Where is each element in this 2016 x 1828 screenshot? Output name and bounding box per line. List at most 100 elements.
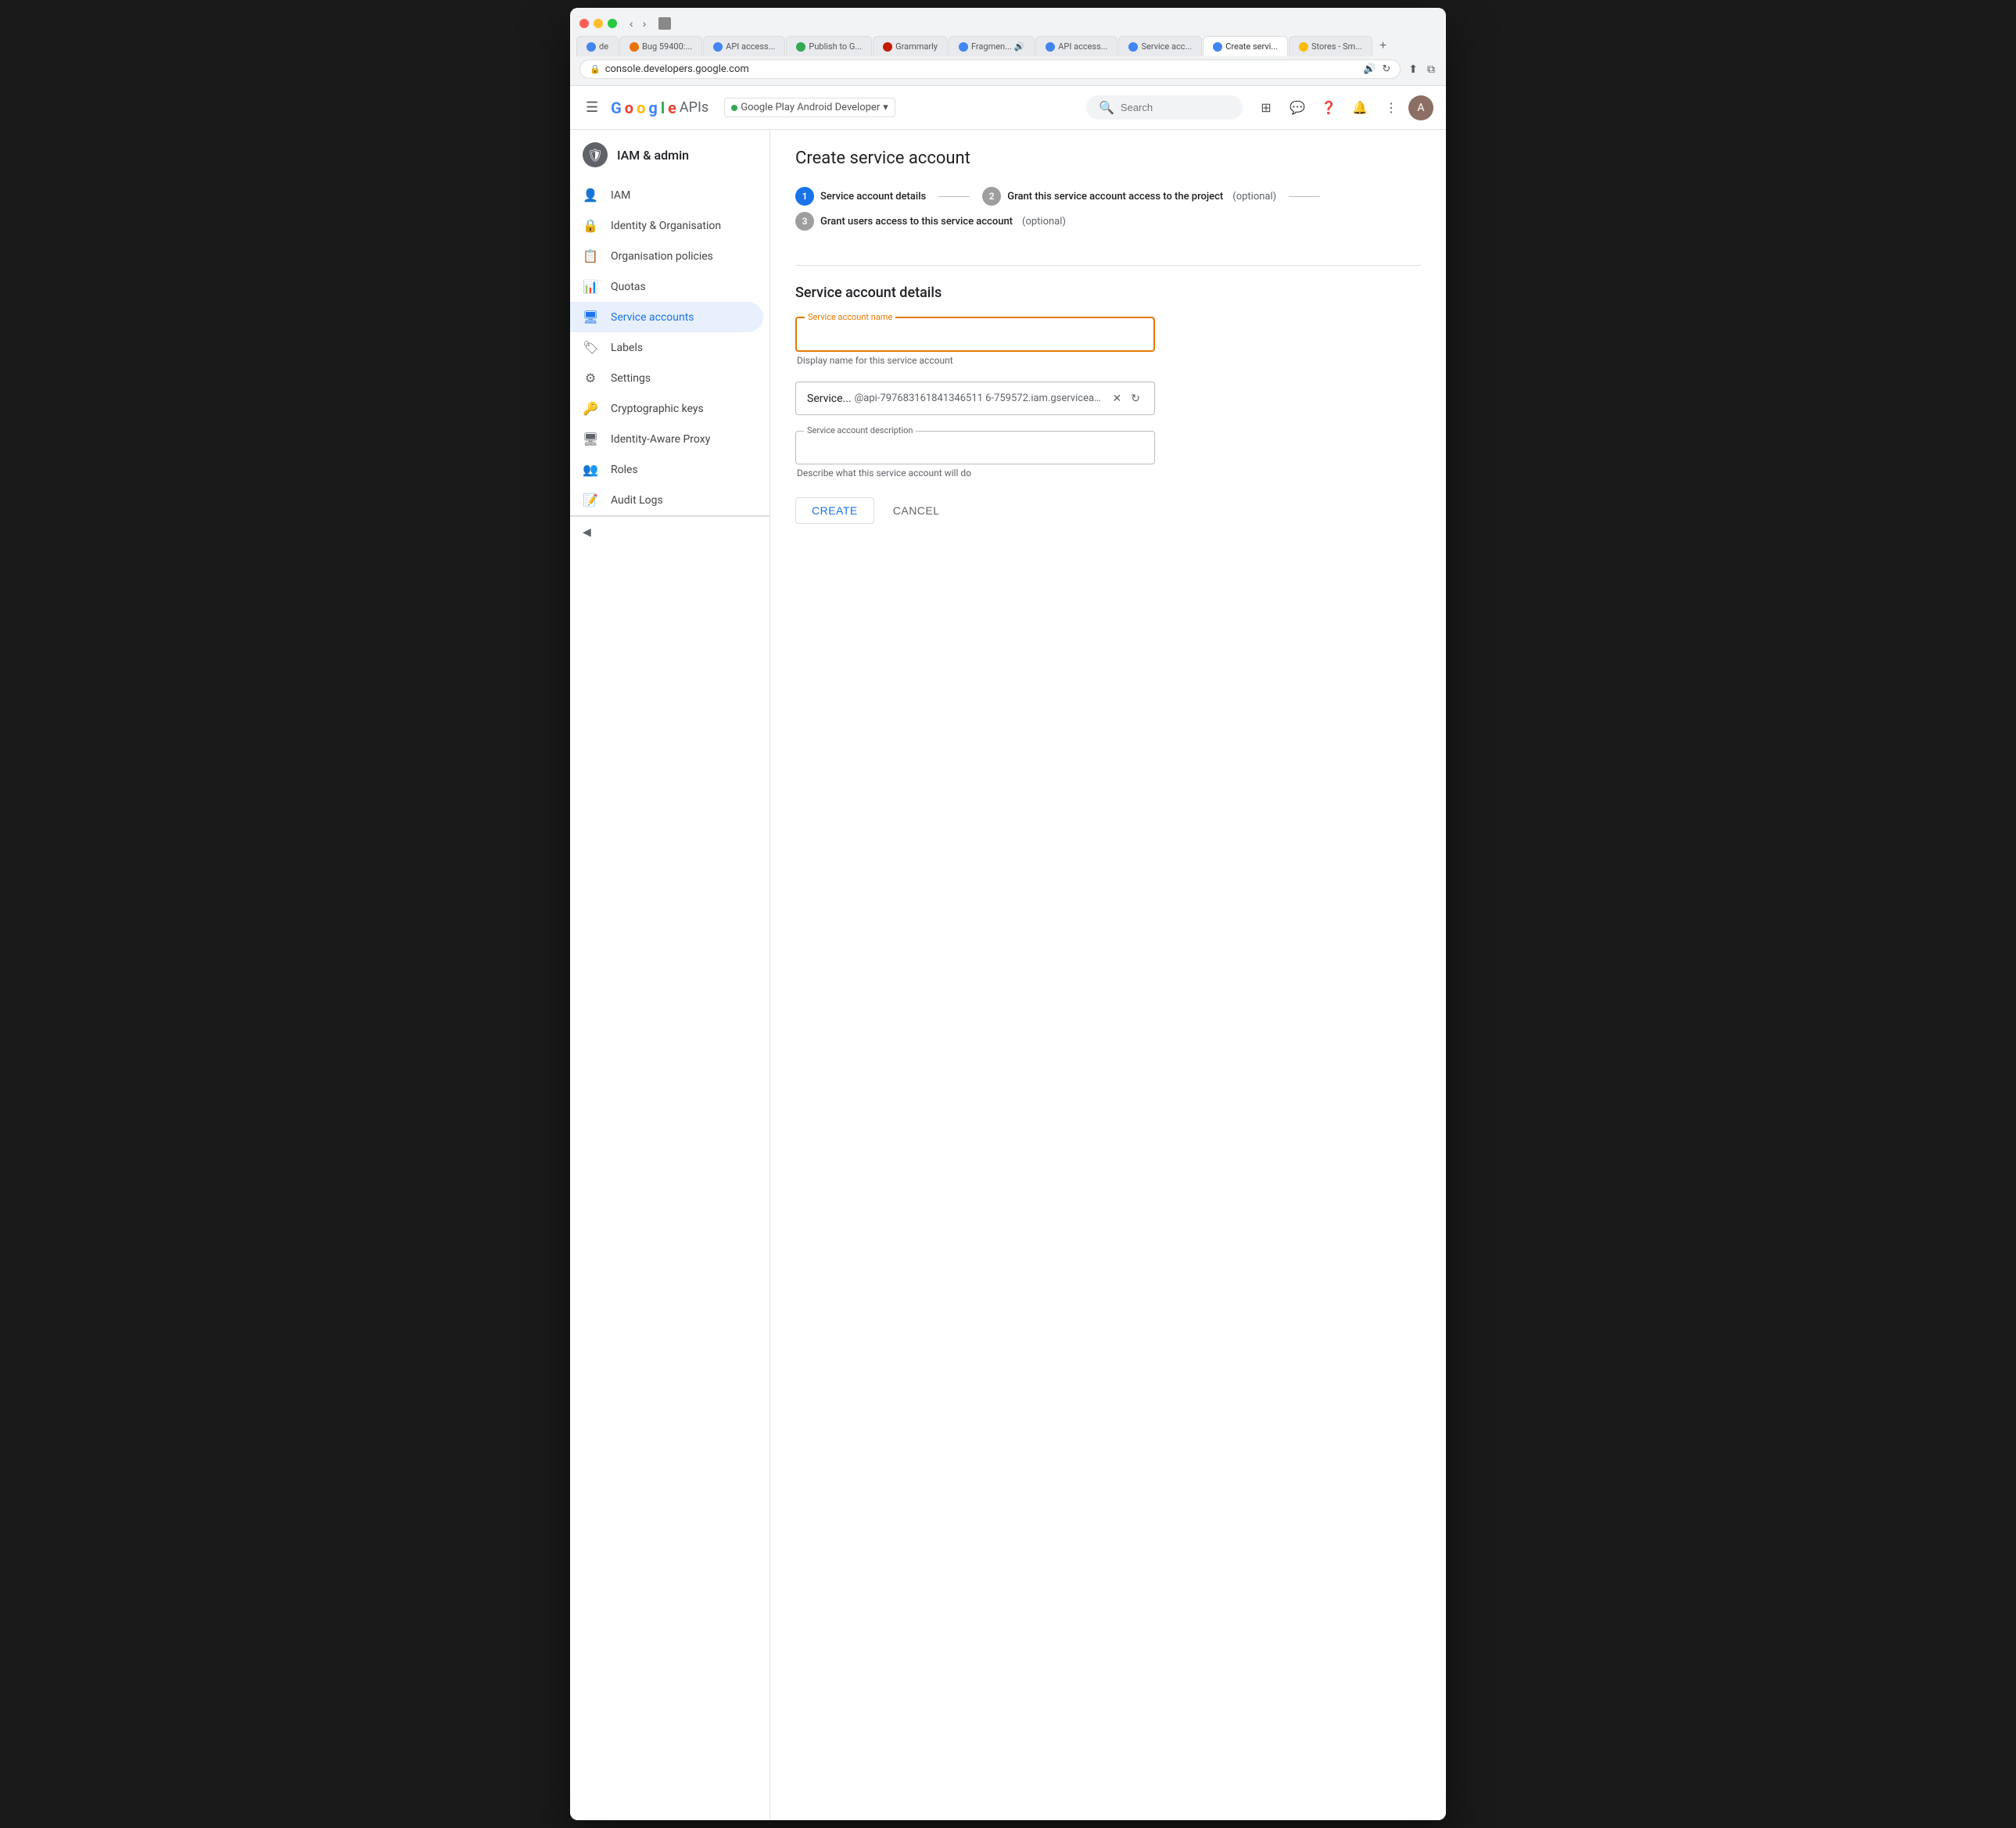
name-input[interactable] bbox=[808, 328, 1143, 343]
tab-publish[interactable]: Publish to G... bbox=[786, 36, 872, 56]
forward-button[interactable]: › bbox=[640, 16, 650, 31]
chat-button[interactable]: 💬 bbox=[1283, 94, 1311, 122]
sidebar-label-service-accounts: Service accounts bbox=[611, 311, 694, 324]
sidebar-label-labels: Labels bbox=[611, 342, 643, 354]
tab-bar-icon bbox=[658, 17, 671, 30]
sidebar: 🛡 IAM & admin 👤 IAM 🔒 Identity & Organis… bbox=[570, 130, 770, 1820]
identity-icon: 🔒 bbox=[583, 218, 598, 233]
sidebar-item-iap[interactable]: 🖥 Identity-Aware Proxy bbox=[570, 424, 763, 454]
tab-service-acc[interactable]: Service acc... bbox=[1118, 36, 1202, 56]
step-3-number: 3 bbox=[802, 216, 808, 227]
sidebar-item-org-policies[interactable]: 📋 Organisation policies bbox=[570, 241, 763, 271]
avatar[interactable]: A bbox=[1408, 95, 1433, 120]
collapse-icon: ◀ bbox=[583, 526, 591, 539]
sidebar-toggle-button[interactable]: ⧉ bbox=[1426, 61, 1437, 77]
google-logo-l: l bbox=[661, 99, 665, 117]
browser-window: ‹ › de Bug 59400:... API access... Publi… bbox=[570, 8, 1446, 1820]
tab-api2[interactable]: API access... bbox=[1035, 36, 1117, 56]
tab-favicon bbox=[713, 42, 723, 52]
sidebar-item-service-accounts[interactable]: 🖥 Service accounts bbox=[570, 302, 763, 332]
step-2-number: 2 bbox=[989, 191, 995, 202]
button-row: CREATE CANCEL bbox=[795, 497, 1421, 524]
step-3: 3 Grant users access to this service acc… bbox=[795, 212, 1066, 231]
sidebar-item-labels[interactable]: 🏷 Labels bbox=[570, 332, 763, 363]
browser-chrome: ‹ › de Bug 59400:... API access... Publi… bbox=[570, 8, 1446, 86]
iam-admin-icon: 🛡 bbox=[583, 142, 608, 167]
project-name: Google Play Android Developer bbox=[741, 102, 880, 113]
settings-icon: ⚙ bbox=[583, 371, 598, 385]
project-status-dot bbox=[731, 105, 737, 111]
tab-label: Stores - Sm... bbox=[1311, 41, 1362, 52]
tab-favicon bbox=[1046, 42, 1055, 52]
refresh-email-button[interactable]: ↻ bbox=[1128, 390, 1143, 407]
sidebar-item-quotas[interactable]: 📊 Quotas bbox=[570, 271, 763, 302]
tab-stores[interactable]: Stores - Sm... bbox=[1289, 36, 1372, 56]
tab-favicon bbox=[1128, 42, 1138, 52]
hamburger-button[interactable]: ☰ bbox=[583, 96, 601, 119]
main-content: Create service account 1 Service account… bbox=[770, 130, 1446, 1820]
step-1-number: 1 bbox=[802, 191, 808, 202]
refresh-icon[interactable]: ↻ bbox=[1382, 63, 1390, 75]
step-1-circle: 1 bbox=[795, 187, 814, 206]
share-button[interactable]: ⬆ bbox=[1407, 61, 1419, 77]
name-text-field[interactable]: Service account name bbox=[795, 317, 1155, 352]
sidebar-item-roles[interactable]: 👥 Roles bbox=[570, 454, 763, 485]
tab-api1[interactable]: API access... bbox=[703, 36, 785, 56]
service-account-description-field: Service account description Describe wha… bbox=[795, 431, 1421, 479]
toolbar-icons: ⬆ ⧉ bbox=[1407, 61, 1437, 77]
step-3-optional: (optional) bbox=[1022, 216, 1066, 228]
project-selector[interactable]: Google Play Android Developer ▾ bbox=[724, 98, 895, 117]
section-title: Service account details bbox=[795, 285, 1421, 301]
tab-grammarly[interactable]: Grammarly bbox=[873, 36, 948, 56]
close-traffic-light[interactable] bbox=[579, 19, 589, 28]
sidebar-item-crypto-keys[interactable]: 🔑 Cryptographic keys bbox=[570, 393, 763, 424]
tab-bug[interactable]: Bug 59400:... bbox=[619, 36, 702, 56]
description-input[interactable] bbox=[807, 441, 1143, 457]
apps-button[interactable]: ⊞ bbox=[1252, 94, 1280, 122]
apis-text: APIs bbox=[680, 99, 708, 116]
volume-icon: 🔊 bbox=[1363, 63, 1376, 75]
step-3-label: Grant users access to this service accou… bbox=[820, 216, 1013, 228]
service-account-name-field: Service account name Display name for th… bbox=[795, 317, 1421, 366]
google-logo-g2: g bbox=[648, 99, 657, 117]
header-icons: ⊞ 💬 ❓ 🔔 ⋮ A bbox=[1252, 94, 1433, 122]
cancel-button[interactable]: CANCEL bbox=[881, 497, 952, 524]
google-apis-logo: Google APIs bbox=[611, 99, 708, 117]
more-button[interactable]: ⋮ bbox=[1377, 94, 1405, 122]
email-prefix: Service... bbox=[807, 392, 852, 405]
description-text-field[interactable]: Service account description bbox=[795, 431, 1155, 464]
browser-tabs: de Bug 59400:... API access... Publish t… bbox=[570, 36, 1446, 56]
sidebar-label-iam: IAM bbox=[611, 189, 630, 202]
back-button[interactable]: ‹ bbox=[626, 16, 637, 31]
tab-label: Fragmen... 🔊 bbox=[971, 41, 1024, 52]
minimize-traffic-light[interactable] bbox=[594, 19, 603, 28]
tab-fragment[interactable]: Fragmen... 🔊 bbox=[949, 36, 1035, 56]
email-actions: ✕ ↻ bbox=[1110, 390, 1143, 407]
notifications-button[interactable]: 🔔 bbox=[1346, 94, 1374, 122]
sidebar-item-settings[interactable]: ⚙ Settings bbox=[570, 363, 763, 393]
search-input[interactable] bbox=[1121, 102, 1230, 113]
create-button[interactable]: CREATE bbox=[795, 497, 874, 524]
sidebar-collapse-button[interactable]: ◀ bbox=[570, 516, 769, 548]
address-bar[interactable]: 🔒 console.developers.google.com 🔊 ↻ bbox=[579, 59, 1401, 79]
tab-de[interactable]: de bbox=[576, 36, 619, 56]
step-2-label: Grant this service account access to the… bbox=[1007, 191, 1223, 203]
new-tab-button[interactable]: + bbox=[1373, 36, 1393, 56]
maximize-traffic-light[interactable] bbox=[608, 19, 617, 28]
sidebar-item-identity[interactable]: 🔒 Identity & Organisation bbox=[570, 210, 763, 241]
sidebar-item-iam[interactable]: 👤 IAM bbox=[570, 180, 763, 210]
sidebar-footer: ◀ bbox=[570, 515, 769, 548]
name-field-helper: Display name for this service account bbox=[795, 355, 1421, 366]
stepper: 1 Service account details 2 Grant this s… bbox=[795, 187, 1421, 240]
sidebar-item-audit-logs[interactable]: 📝 Audit Logs bbox=[570, 485, 763, 515]
tab-create-service[interactable]: Create servi... bbox=[1203, 36, 1288, 56]
step-2-optional: (optional) bbox=[1232, 191, 1276, 203]
help-button[interactable]: ❓ bbox=[1315, 94, 1343, 122]
roles-icon: 👥 bbox=[583, 462, 598, 477]
address-bar-row: 🔒 console.developers.google.com 🔊 ↻ ⬆ ⧉ bbox=[570, 56, 1446, 85]
clear-email-button[interactable]: ✕ bbox=[1110, 390, 1125, 407]
app-layout: ☰ Google APIs Google Play Android Develo… bbox=[570, 86, 1446, 1820]
name-field-label: Service account name bbox=[805, 312, 895, 322]
tab-favicon bbox=[796, 42, 805, 52]
search-box[interactable]: 🔍 bbox=[1086, 95, 1243, 120]
